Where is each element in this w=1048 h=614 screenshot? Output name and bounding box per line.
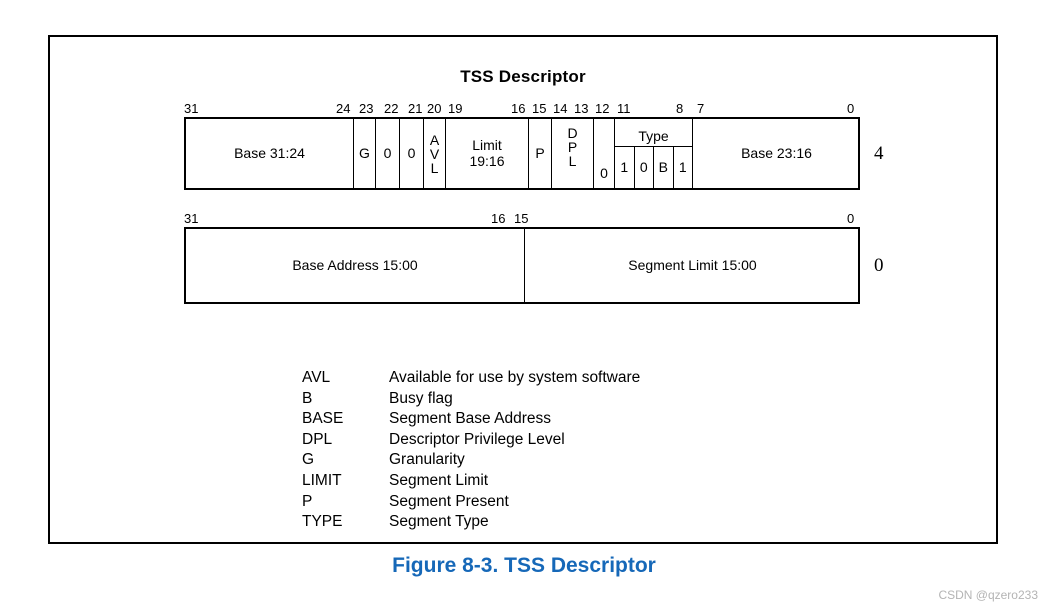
field-label: DPL [567,125,578,169]
bit-number: 16 [511,101,526,116]
bit-number: 24 [336,101,351,116]
field-label: AVL [429,131,440,176]
legend-abbreviation: LIMIT [302,471,342,489]
field-label: 0 [383,144,392,161]
field-g-flag: G [354,119,376,188]
field-base-31-24: Base 31:24 [186,119,354,188]
figure-caption: Figure 8-3. TSS Descriptor [392,554,656,577]
bit-number: 11 [617,101,631,116]
field-base-address-15-00: Base Address 15:00 [186,229,525,302]
field-segment-limit-15-00: Segment Limit 15:00 [525,229,860,302]
legend-abbreviation: DPL [302,430,333,448]
field-label: Base 31:24 [234,144,305,161]
field-label: 0 [600,164,608,181]
field-label: G [359,144,370,161]
legend-abbreviation: P [302,492,313,510]
field-reserved-22: 0 [376,119,400,188]
field-dpl-field: DPL [552,119,594,188]
bit-number: 12 [595,101,610,116]
register-row: 31 24 23 22 21 20 19 16 15 14 13 12 11 8 7 0 Base 31:24 G… [184,101,884,190]
bit-number: 8 [676,101,684,116]
bit-number: 14 [553,101,568,116]
legend-row: TYPE Segment Type [302,512,640,533]
type-bit: 1 [673,146,692,188]
legend-row: B Busy flag [302,389,640,410]
legend-abbreviation: B [302,389,313,407]
legend-row: AVL Available for use by system software [302,368,640,389]
row-offset-label: 0 [874,254,884,276]
field-avl-flag: AVL [424,119,446,188]
legend-abbreviation: BASE [302,410,344,428]
bit-number: 15 [532,101,547,116]
bit-number: 31 [184,211,199,226]
field-p-flag: P [529,119,552,188]
field-label: Limit 19:16 [469,137,505,169]
field-label: 0 [407,144,416,161]
bit-number: 20 [427,101,442,116]
bit-number: 21 [408,101,423,116]
bit-number-ruler: 31 24 23 22 21 20 19 16 15 14 13 12 11 8 7 0 [184,101,860,117]
bit-number: 7 [697,101,705,116]
legend-description: Busy flag [389,389,453,407]
type-bit: B [654,146,674,188]
legend-description: Granularity [389,451,465,469]
type-bit-cells: 10B1 [615,146,692,188]
figure-frame: TSS Descriptor 31 24 23 22 21 20 19 16 15 14 13 12 1… [48,35,998,544]
legend-row: G Granularity [302,450,640,471]
legend-row: BASE Segment Base Address [302,409,640,430]
bit-number: 22 [384,101,399,116]
field-label: Type [638,128,669,144]
bit-number: 0 [847,211,855,226]
type-bit: 1 [615,146,635,188]
field-label: Base 23:16 [741,144,812,161]
register-field-box: Base Address 15:00 Segment Limit 15:00 [184,227,860,304]
legend-description: Segment Present [389,492,509,510]
legend-abbreviation: AVL [302,369,331,386]
bit-number: 0 [847,101,855,116]
field-label: Base Address 15:00 [292,256,418,273]
legend-description: Segment Type [389,513,489,531]
field-limit-19-16: Limit 19:16 [446,119,529,188]
legend-row: LIMIT Segment Limit [302,471,640,492]
legend: AVL Available for use by system software B… [302,368,640,533]
field-label: P [535,144,545,161]
legend-description: Descriptor Privilege Level [389,430,565,448]
bit-number: 15 [514,211,529,226]
diagram-title: TSS Descriptor [460,67,586,86]
field-reserved-21: 0 [400,119,424,188]
register-row: 31 16 15 0 Base Address 15:00 Segment Limit 1… [184,211,884,304]
field-type-field: Type 1 0 B 1 [615,119,693,188]
legend-row: P Segment Present [302,492,640,513]
legend-description: Segment Limit [389,471,489,489]
bit-number: 16 [491,211,506,226]
legend-abbreviation: G [302,451,315,469]
bit-number-ruler: 31 16 15 0 [184,211,860,227]
type-bit: 0 [634,146,654,188]
legend-abbreviation: TYPE [302,513,343,531]
bit-number: 19 [448,101,463,116]
bit-number: 23 [359,101,374,116]
bit-number: 31 [184,101,199,116]
bit-number: 13 [574,101,589,116]
field-reserved-12: 0 [594,119,615,188]
legend-row: DPL Descriptor Privilege Level [302,430,640,451]
watermark: CSDN @qzero233 [938,588,1038,602]
field-base-23-16: Base 23:16 [693,119,860,188]
row-offset-label: 4 [874,142,884,164]
legend-description: Segment Base Address [389,410,551,428]
register-field-box: Base 31:24 G 0 0 A V L Limit 19:16 P D P L 0 Type 1 0 B 1 B… [184,117,860,190]
legend-description: Available for use by system software [389,369,641,386]
field-label: Segment Limit 15:00 [628,256,757,273]
